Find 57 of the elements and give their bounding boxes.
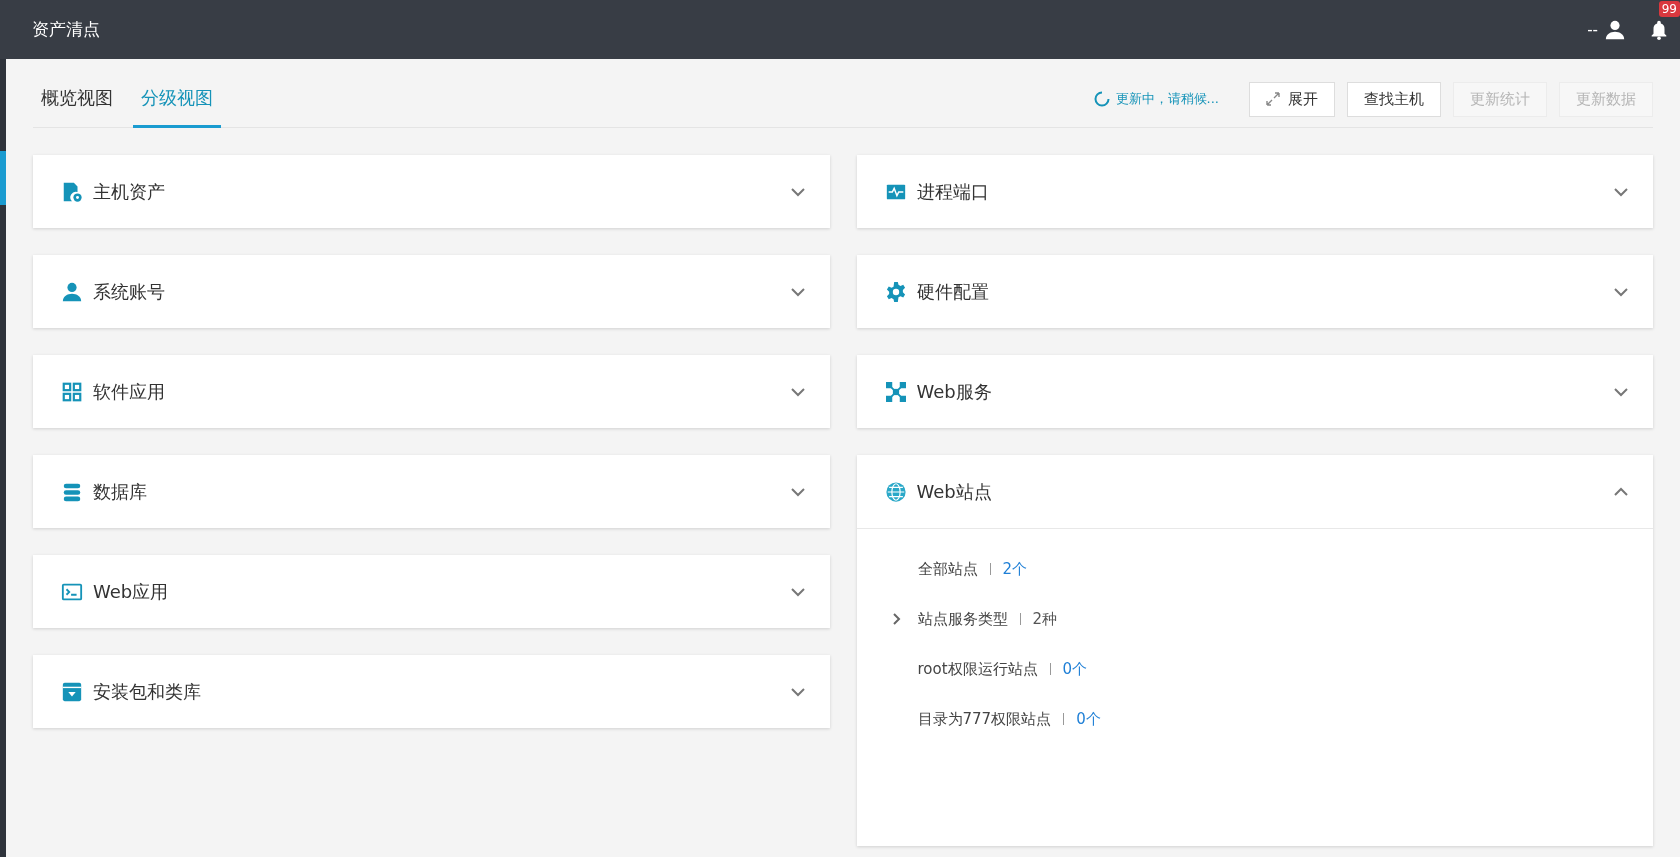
- document-gear-icon: [61, 180, 83, 203]
- section-header[interactable]: 进程端口: [856, 155, 1653, 228]
- section-header[interactable]: 安装包和类库: [33, 655, 830, 728]
- section-header[interactable]: Web服务: [856, 355, 1653, 428]
- gear-icon: [884, 280, 907, 303]
- app-title: 资产清点: [32, 18, 101, 41]
- globe-icon: [884, 480, 907, 503]
- toolbar-button[interactable]: 查找主机: [1347, 81, 1441, 117]
- section-header[interactable]: 软件应用: [33, 355, 830, 428]
- count-text: 2种: [1032, 609, 1058, 629]
- loading-spinner-icon: [1093, 91, 1110, 107]
- toolbar-button[interactable]: 展开: [1249, 81, 1335, 117]
- expand-chevron-icon[interactable]: [789, 686, 806, 697]
- section-title: 数据库: [93, 479, 148, 504]
- count-link[interactable]: 0个: [1076, 709, 1101, 729]
- user-icon[interactable]: [1604, 18, 1626, 41]
- section-title: Web服务: [916, 379, 993, 404]
- sidebar-active-marker: [0, 151, 6, 205]
- section-header[interactable]: 硬件配置: [856, 255, 1653, 328]
- person-icon: [61, 280, 83, 303]
- status-text: 更新中，请稍候...: [1115, 90, 1219, 108]
- section-title: 软件应用: [93, 379, 166, 404]
- user-name: --: [1587, 20, 1598, 39]
- archive-box-icon: [61, 680, 83, 703]
- collapse-chevron-icon[interactable]: [1613, 486, 1629, 497]
- chevron-right-icon[interactable]: [891, 612, 902, 626]
- section-title: 进程端口: [916, 179, 990, 204]
- item-label: root权限运行站点: [917, 659, 1038, 679]
- section-title: 硬件配置: [916, 279, 990, 304]
- item-label: 全部站点: [917, 559, 978, 579]
- item-label: 目录为777权限站点: [917, 709, 1052, 729]
- expand-chevron-icon[interactable]: [789, 186, 806, 197]
- section-header[interactable]: 数据库: [33, 455, 830, 528]
- notification-badge: 99: [1658, 0, 1680, 17]
- expand-chevron-icon[interactable]: [1613, 286, 1629, 297]
- section-header[interactable]: Web应用: [33, 555, 830, 628]
- section-title: Web应用: [93, 579, 170, 604]
- expand-chevron-icon[interactable]: [789, 386, 806, 397]
- item-label: 站点服务类型: [917, 609, 1008, 629]
- section-title: 安装包和类库: [93, 679, 202, 704]
- section-title: 主机资产: [93, 179, 166, 204]
- view-tab[interactable]: 概览视图: [33, 70, 121, 128]
- expand-chevron-icon[interactable]: [1613, 386, 1629, 397]
- count-link[interactable]: 2个: [1002, 559, 1028, 579]
- section-title: 系统账号: [93, 279, 166, 304]
- section-header[interactable]: 主机资产: [33, 155, 830, 228]
- expand-chevron-icon[interactable]: [789, 286, 806, 297]
- section-header[interactable]: Web站点: [856, 455, 1653, 529]
- section-header[interactable]: 系统账号: [33, 255, 830, 328]
- expand-chevron-icon[interactable]: [1613, 186, 1629, 197]
- count-link[interactable]: 0个: [1062, 659, 1088, 679]
- expand-chevron-icon[interactable]: [789, 586, 806, 597]
- expand-chevron-icon[interactable]: [789, 486, 806, 497]
- section-title: Web站点: [916, 479, 993, 504]
- network-nodes-icon: [884, 380, 907, 403]
- grid-icon: [61, 380, 83, 403]
- expand-arrows-icon: [1266, 92, 1280, 106]
